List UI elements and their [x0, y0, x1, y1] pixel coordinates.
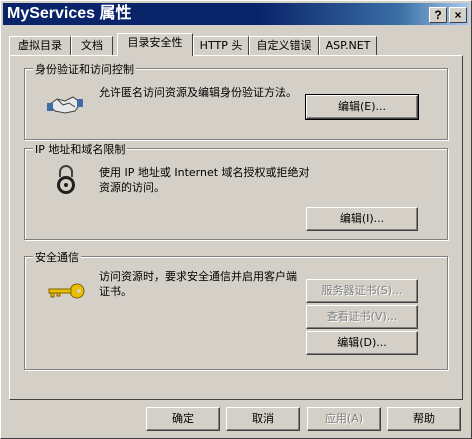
padlock-icon [57, 165, 75, 194]
secure-group-title: 安全通信 [33, 249, 81, 265]
tab-virtual-directory[interactable]: 虚拟目录 [9, 36, 71, 55]
auth-description: 允许匿名访问资源及编辑身份验证方法。 [99, 86, 297, 99]
handshake-icon [47, 96, 83, 114]
tab-http-headers[interactable]: HTTP 头 [193, 36, 249, 55]
cancel-button[interactable]: 取消 [226, 407, 300, 431]
ip-group-title: IP 地址和域名限制 [33, 141, 128, 157]
tab-custom-errors[interactable]: 自定义错误 [249, 36, 319, 55]
secure-description: 访问资源时，要求安全通信并启用客户端证书。 [99, 270, 297, 298]
tab-directory-security[interactable]: 目录安全性 [117, 33, 193, 56]
secure-edit-button[interactable]: 编辑(D)... [306, 331, 418, 355]
ip-edit-button[interactable]: 编辑(I)... [306, 207, 418, 231]
view-certificate-button[interactable]: 查看证书(V)... [306, 305, 418, 329]
ip-restriction-group: IP 地址和域名限制 使用 IP 地址或 Internet 域名授权或拒绝对资源… [24, 141, 448, 240]
tab-aspnet[interactable]: ASP.NET [319, 36, 377, 55]
window-title: MyServices 属性 [7, 5, 132, 22]
apply-button[interactable]: 应用(A) [307, 407, 381, 431]
properties-window: MyServices 属性 ? × 虚拟目录 文档 目录安全性 HTTP 头 自… [0, 0, 472, 439]
ok-button[interactable]: 确定 [146, 407, 220, 431]
auth-edit-button[interactable]: 编辑(E)... [305, 94, 419, 120]
tab-panel: 身份验证和访问控制 允许匿名访问资源及编辑身份验证方法。 编辑(E)... IP… [9, 55, 463, 400]
secure-communication-group: 安全通信 访问资源时，要求安全通信并启用客户端证书。 服务器证书(S)... 查… [24, 249, 448, 370]
auth-group-title: 身份验证和访问控制 [33, 61, 136, 77]
title-bar[interactable]: MyServices 属性 ? × [3, 3, 469, 25]
help-button[interactable]: 帮助 [387, 407, 461, 431]
close-title-button[interactable]: × [449, 7, 467, 23]
auth-group: 身份验证和访问控制 允许匿名访问资源及编辑身份验证方法。 编辑(E)... [24, 61, 448, 140]
tab-documents[interactable]: 文档 [71, 36, 113, 55]
help-title-button[interactable]: ? [429, 7, 447, 23]
ip-description: 使用 IP 地址或 Internet 域名授权或拒绝对资源的访问。 [99, 166, 310, 194]
key-icon [48, 283, 85, 299]
server-certificate-button[interactable]: 服务器证书(S)... [306, 279, 418, 303]
